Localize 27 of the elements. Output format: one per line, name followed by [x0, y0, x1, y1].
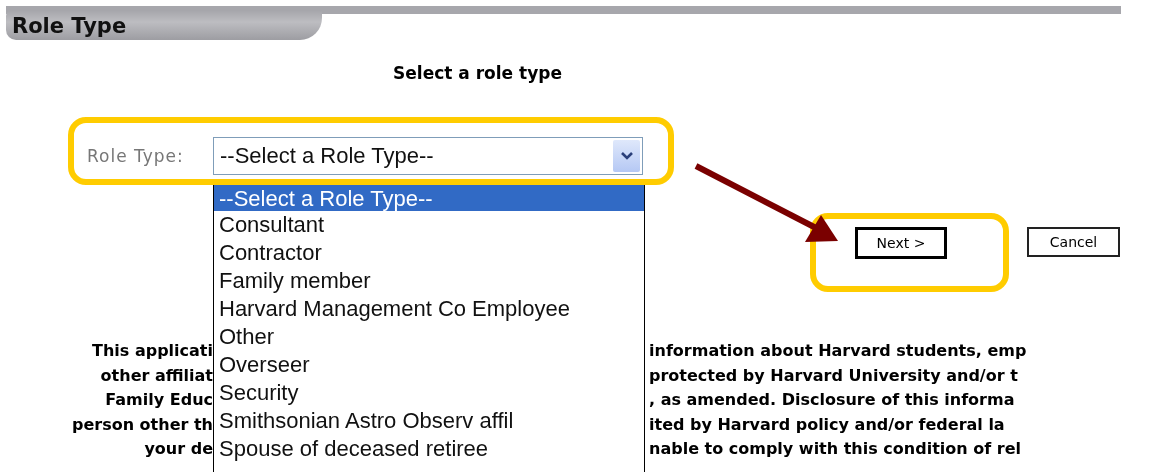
notice-text: This applicati [91, 340, 213, 362]
form-heading: Select a role type [392, 62, 563, 84]
dropdown-option[interactable]: Other [214, 323, 644, 351]
notice-text: nable to comply with this condition of rel [649, 438, 1021, 460]
dropdown-option[interactable]: Security [214, 379, 644, 407]
next-button[interactable]: Next > [855, 227, 947, 259]
cancel-button[interactable]: Cancel [1027, 227, 1120, 257]
notice-text: information about Harvard students, emp [649, 340, 1027, 362]
dropdown-option[interactable]: Contractor [214, 239, 644, 267]
dropdown-option[interactable]: Overseer [214, 351, 644, 379]
dropdown-option[interactable]: Smithsonian Astro Observ affil [214, 407, 644, 435]
notice-text: Family Educ [104, 389, 213, 411]
role-type-dropdown[interactable]: --Select a Role Type-- [213, 137, 643, 175]
notice-text: your de [143, 438, 213, 460]
notice-text: protected by Harvard University and/or t [649, 364, 1018, 387]
field-label: Role Type: [87, 146, 185, 166]
dropdown-option[interactable]: Harvard Management Co Employee [214, 295, 644, 323]
section-title: Role Type [6, 10, 322, 40]
dropdown-option[interactable]: --Select a Role Type-- [214, 185, 644, 211]
notice-text: other affiliat [99, 364, 213, 387]
notice-text: ited by Harvard policy and/or federal la [649, 413, 1005, 436]
dropdown-option[interactable]: Family member [214, 267, 644, 295]
notice-text: person other th [70, 413, 213, 436]
chevron-down-icon[interactable] [613, 140, 640, 172]
dropdown-option[interactable]: Spouse of deceased retiree [214, 435, 644, 463]
dropdown-option[interactable]: Consultant [214, 211, 644, 239]
notice-text: , as amended. Disclosure of this informa [649, 389, 1015, 411]
